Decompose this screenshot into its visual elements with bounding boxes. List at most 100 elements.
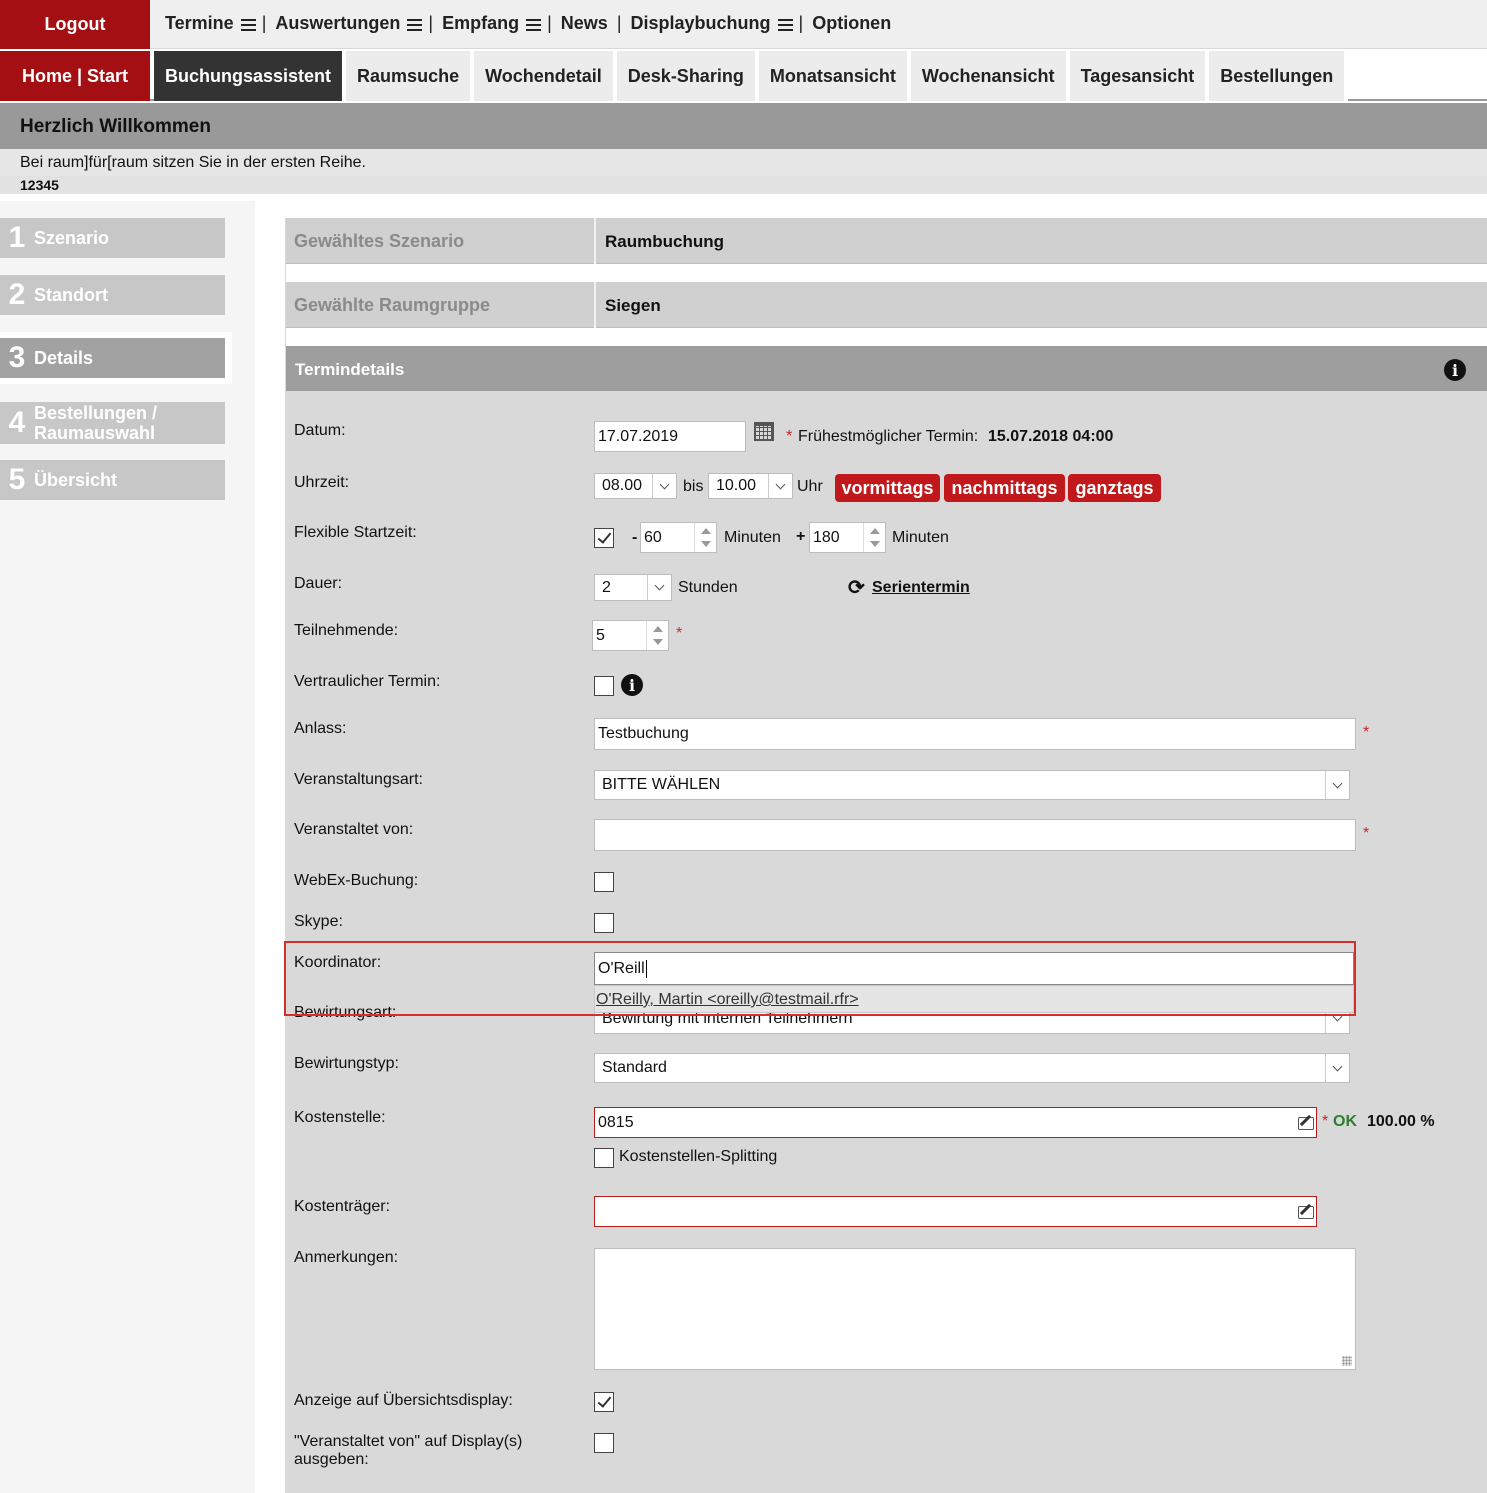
nav-news-label[interactable]: News — [561, 13, 608, 34]
tab-monatsansicht[interactable]: Monatsansicht — [758, 51, 911, 101]
kostentraeger-input[interactable] — [594, 1196, 1317, 1227]
menu-icon[interactable] — [240, 18, 256, 31]
kostenstelle-input[interactable]: 0815 — [594, 1107, 1317, 1138]
nav-separator: | — [798, 13, 804, 33]
menu-icon[interactable] — [777, 18, 793, 31]
flex-checkbox[interactable] — [594, 528, 614, 548]
tab-tagesansicht[interactable]: Tagesansicht — [1069, 51, 1210, 101]
section-title: Termindetails — [286, 346, 1487, 391]
vormittags-button[interactable]: vormittags — [835, 474, 940, 502]
chevron-down-icon — [1325, 1054, 1349, 1082]
logout-button[interactable]: Logout — [0, 0, 150, 49]
nav-termine-label[interactable]: Termine — [165, 13, 234, 34]
scenario-key: Gewähltes Szenario — [294, 231, 465, 251]
nav-displaybuchung-label[interactable]: Displaybuchung — [631, 13, 771, 34]
home-link[interactable]: Home | — [22, 66, 82, 87]
edit-icon[interactable] — [1298, 1206, 1314, 1219]
nav-empfang[interactable]: Empfang | — [442, 13, 561, 34]
step-label: Standort — [34, 285, 108, 305]
step-number: 2 — [8, 278, 26, 311]
teilnehmende-input[interactable]: 5 — [592, 620, 669, 651]
plus-sign: + — [796, 528, 806, 545]
flex-plus-value: 180 — [813, 528, 840, 546]
skype-checkbox[interactable] — [594, 913, 614, 933]
step-details[interactable]: 3 Details — [0, 338, 232, 378]
flex-plus-input[interactable]: 180 — [809, 522, 886, 553]
nav-auswertungen-label[interactable]: Auswertungen — [275, 13, 400, 34]
step-number: 5 — [8, 463, 26, 496]
nav-separator: | — [261, 13, 267, 33]
webex-checkbox[interactable] — [594, 872, 614, 892]
dauer-select[interactable]: 2 — [594, 574, 672, 601]
nav-displaybuchung[interactable]: Displaybuchung | — [631, 13, 813, 34]
anzeige-checkbox[interactable] — [594, 1392, 614, 1412]
step-label: Szenario — [34, 228, 110, 248]
tab-raumsuche[interactable]: Raumsuche — [346, 51, 475, 101]
tab-desk-sharing[interactable]: Desk-Sharing — [616, 51, 759, 101]
menu-icon[interactable] — [526, 18, 542, 31]
dauer-value: 2 — [602, 578, 611, 596]
time-from-select[interactable]: 08.00 — [594, 473, 677, 499]
nachmittags-button[interactable]: nachmittags — [944, 474, 1065, 502]
required-marker: * — [1363, 724, 1370, 741]
roomgroup-key: Gewählte Raumgruppe — [294, 295, 491, 315]
nav-news[interactable]: News | — [561, 13, 631, 34]
roomgroup-bar: Gewählte Raumgruppe Siegen — [286, 282, 1487, 328]
required-marker: * — [1322, 1113, 1329, 1130]
tab-wochendetail[interactable]: Wochendetail — [474, 51, 617, 101]
vertraulich-label: Vertraulicher Termin: — [294, 673, 441, 690]
calendar-icon[interactable] — [754, 422, 774, 441]
bewirtungstyp-select[interactable]: Standard — [594, 1053, 1350, 1083]
serientermin-link[interactable]: Serientermin — [872, 579, 970, 597]
uhrzeit-label: Uhrzeit: — [294, 474, 350, 491]
nav-empfang-label[interactable]: Empfang — [442, 13, 519, 34]
start-link[interactable]: Start — [87, 66, 128, 87]
scenario-value: Raumbuchung — [594, 218, 724, 264]
step-uebersicht[interactable]: 5 Übersicht — [0, 460, 225, 500]
tab-buchungsassistent[interactable]: Buchungsassistent — [154, 51, 347, 101]
required-marker: * — [676, 625, 683, 642]
step-label: Bestellungen / Raumauswahl — [34, 403, 158, 443]
nav-optionen[interactable]: Optionen — [812, 13, 891, 34]
step-standort[interactable]: 2 Standort — [0, 275, 225, 315]
time-to-select[interactable]: 10.00 — [708, 473, 793, 499]
stunden-label: Stunden — [678, 579, 738, 596]
anmerkungen-textarea[interactable] — [594, 1248, 1356, 1370]
percent-value: 100.00 % — [1367, 1113, 1435, 1130]
flex-minus-input[interactable]: 60 — [640, 522, 717, 553]
tab-bestellungen[interactable]: Bestellungen — [1209, 51, 1349, 101]
menu-icon[interactable] — [407, 18, 423, 31]
edit-icon[interactable] — [1298, 1117, 1314, 1130]
scenario-bar: Gewähltes Szenario Raumbuchung — [286, 218, 1487, 264]
veranstaltungsart-label: Veranstaltungsart: — [294, 771, 423, 788]
nav-separator: | — [428, 13, 434, 33]
spinner-arrows[interactable] — [863, 523, 885, 552]
info-icon[interactable]: i — [621, 674, 643, 696]
veranstaltet-input[interactable] — [594, 819, 1356, 851]
step-bestellungen[interactable]: 4 Bestellungen / Raumauswahl — [0, 402, 225, 444]
info-icon[interactable]: i — [1444, 359, 1466, 381]
step-number: 4 — [8, 406, 26, 439]
display-checkbox[interactable] — [594, 1433, 614, 1453]
step-szenario[interactable]: 1 Szenario — [0, 218, 225, 258]
date-input[interactable]: 17.07.2019 — [594, 421, 746, 452]
refresh-icon[interactable]: ⟳ — [848, 578, 865, 598]
veranstaltungsart-select[interactable]: BITTE WÄHLEN — [594, 770, 1350, 800]
nav-optionen-label[interactable]: Optionen — [812, 13, 891, 34]
spinner-arrows[interactable] — [694, 523, 716, 552]
spinner-arrows[interactable] — [646, 621, 668, 650]
nav-separator: | — [616, 13, 622, 33]
resize-grip-icon[interactable] — [1342, 1356, 1352, 1366]
tab-wochenansicht[interactable]: Wochenansicht — [910, 51, 1070, 101]
kostentraeger-label: Kostenträger: — [294, 1198, 391, 1215]
vertraulich-checkbox[interactable] — [594, 676, 614, 696]
earliest-value: 15.07.2018 04:00 — [988, 428, 1114, 445]
skype-label: Skype: — [294, 913, 343, 930]
flex-minus-value: 60 — [644, 528, 662, 546]
nav-termine[interactable]: Termine | — [165, 13, 275, 34]
ganztags-button[interactable]: ganztags — [1068, 474, 1161, 502]
nav-auswertungen[interactable]: Auswertungen | — [275, 13, 442, 34]
anlass-input[interactable]: Testbuchung — [594, 718, 1356, 750]
webex-label: WebEx-Buchung: — [294, 872, 419, 889]
splitting-checkbox[interactable] — [594, 1148, 614, 1168]
